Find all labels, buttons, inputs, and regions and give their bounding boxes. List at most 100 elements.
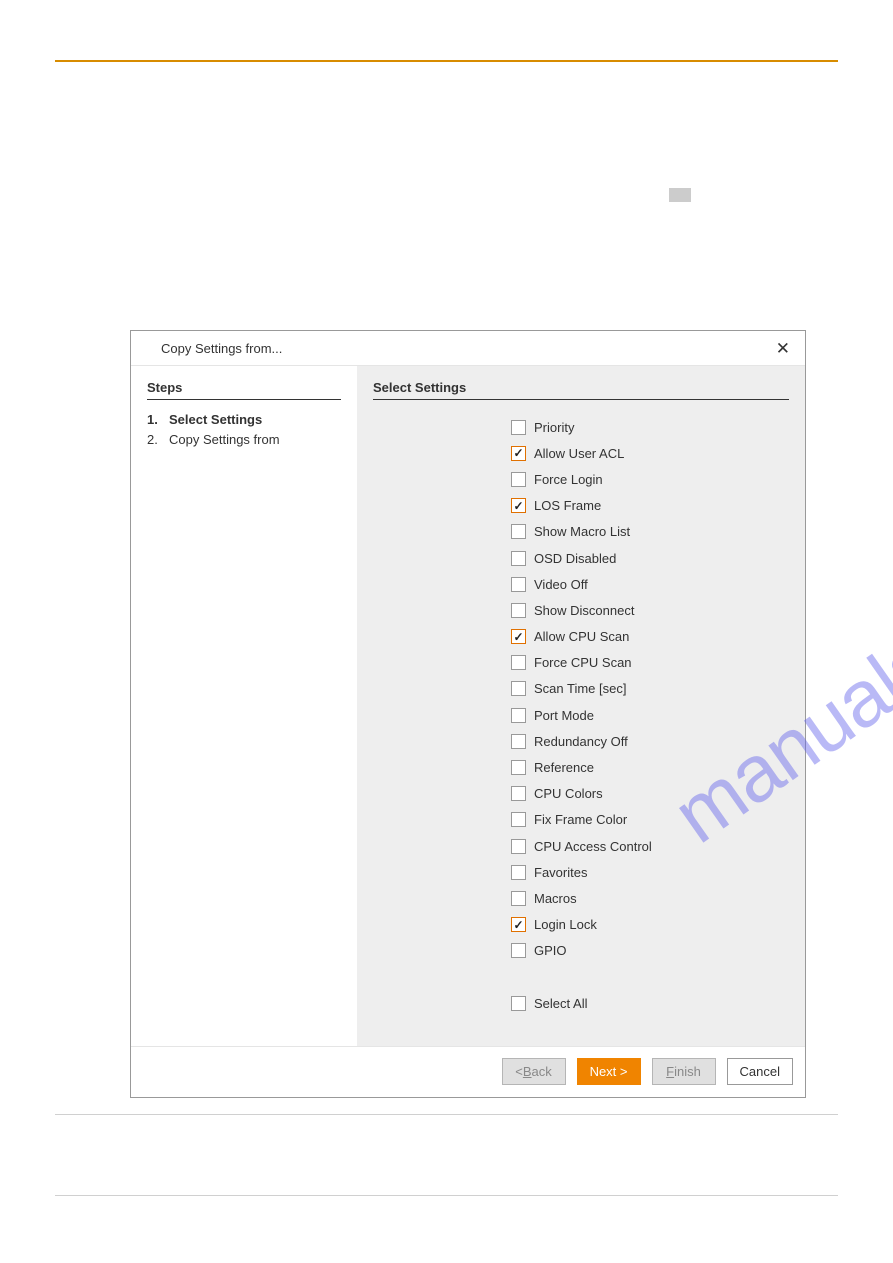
option-row-login-lock: ✓ Login Lock — [511, 912, 789, 938]
checkbox-reference[interactable]: ✓ — [511, 760, 526, 775]
checkbox-login-lock[interactable]: ✓ — [511, 917, 526, 932]
option-row-scan-time-sec: ✓ Scan Time [sec] — [511, 676, 789, 702]
separator-line-2 — [55, 1195, 838, 1196]
copy-settings-dialog: Copy Settings from... ✕ Steps 1.Select S… — [130, 330, 806, 1098]
option-row-select-all: ✓ Select All — [511, 990, 789, 1016]
option-row-fix-frame-color: ✓ Fix Frame Color — [511, 807, 789, 833]
steps-heading: Steps — [147, 380, 341, 400]
option-label: Redundancy Off — [534, 734, 628, 749]
option-label: LOS Frame — [534, 498, 601, 513]
option-label: Allow User ACL — [534, 446, 624, 461]
option-row-macros: ✓ Macros — [511, 885, 789, 911]
option-label: Force CPU Scan — [534, 655, 632, 670]
separator-line-1 — [55, 1114, 838, 1115]
checkbox-show-disconnect[interactable]: ✓ — [511, 603, 526, 618]
checkbox-los-frame[interactable]: ✓ — [511, 498, 526, 513]
option-row-reference: ✓ Reference — [511, 754, 789, 780]
settings-panel: Select Settings ✓ Priority ✓ Allow User ACL… — [357, 366, 805, 1046]
top-rule — [55, 60, 838, 62]
checkbox-osd-disabled[interactable]: ✓ — [511, 551, 526, 566]
option-row-port-mode: ✓ Port Mode — [511, 702, 789, 728]
checkbox-port-mode[interactable]: ✓ — [511, 708, 526, 723]
option-row-cpu-access-control: ✓ CPU Access Control — [511, 833, 789, 859]
finish-mnemonic: F — [666, 1064, 674, 1079]
checkbox-video-off[interactable]: ✓ — [511, 577, 526, 592]
settings-heading: Select Settings — [373, 380, 789, 400]
steps-list: 1.Select Settings2.Copy Settings from — [147, 410, 341, 450]
option-label: CPU Access Control — [534, 839, 652, 854]
settings-checkbox-list: ✓ Priority ✓ Allow User ACL ✓ Force Login ✓ LOS… — [511, 414, 789, 1016]
checkbox-cpu-colors[interactable]: ✓ — [511, 786, 526, 801]
spacer — [511, 964, 789, 990]
checkbox-priority[interactable]: ✓ — [511, 420, 526, 435]
option-row-cpu-colors: ✓ CPU Colors — [511, 781, 789, 807]
option-row-show-disconnect: ✓Show Disconnect — [511, 597, 789, 623]
checkbox-force-cpu-scan[interactable]: ✓ — [511, 655, 526, 670]
option-row-favorites: ✓ Favorites — [511, 859, 789, 885]
option-label: GPIO — [534, 943, 567, 958]
back-rest: ack — [532, 1064, 552, 1079]
checkbox-show-macro-list[interactable]: ✓ — [511, 524, 526, 539]
option-label: Priority — [534, 420, 574, 435]
option-label: Allow CPU Scan — [534, 629, 629, 644]
back-button[interactable]: < Back — [502, 1058, 566, 1085]
next-button[interactable]: Next > — [577, 1058, 641, 1085]
step-label: Copy Settings from — [169, 430, 280, 450]
option-label: CPU Colors — [534, 786, 603, 801]
option-row-allow-cpu-scan: ✓ Allow CPU Scan — [511, 624, 789, 650]
option-row-video-off: ✓ Video Off — [511, 571, 789, 597]
option-label: Show Macro List — [534, 524, 630, 539]
finish-button[interactable]: Finish — [652, 1058, 716, 1085]
checkbox-favorites[interactable]: ✓ — [511, 865, 526, 880]
checkmark-icon: ✓ — [513, 447, 523, 459]
checkbox-scan-time-sec[interactable]: ✓ — [511, 681, 526, 696]
option-row-force-login: ✓ Force Login — [511, 466, 789, 492]
finish-rest: inish — [674, 1064, 701, 1079]
option-label: Favorites — [534, 865, 587, 880]
option-label: Scan Time [sec] — [534, 681, 626, 696]
gray-box-decoration — [669, 188, 691, 202]
checkbox-redundancy-off[interactable]: ✓ — [511, 734, 526, 749]
cancel-button[interactable]: Cancel — [727, 1058, 793, 1085]
option-row-priority: ✓ Priority — [511, 414, 789, 440]
dialog-body: Steps 1.Select Settings2.Copy Settings f… — [131, 366, 805, 1046]
option-label: Video Off — [534, 577, 588, 592]
option-row-force-cpu-scan: ✓ Force CPU Scan — [511, 650, 789, 676]
step-item: 2.Copy Settings from — [147, 430, 341, 450]
dialog-footer: < Back Next > Finish Cancel — [131, 1046, 805, 1097]
checkbox-gpio[interactable]: ✓ — [511, 943, 526, 958]
option-row-allow-user-acl: ✓ Allow User ACL — [511, 440, 789, 466]
option-label: Select All — [534, 996, 587, 1011]
close-icon[interactable]: ✕ — [776, 340, 790, 357]
step-number: 2. — [147, 430, 169, 450]
steps-panel: Steps 1.Select Settings2.Copy Settings f… — [131, 366, 357, 1046]
option-label: Port Mode — [534, 708, 594, 723]
checkmark-icon: ✓ — [513, 631, 523, 643]
option-row-redundancy-off: ✓ Redundancy Off — [511, 728, 789, 754]
checkbox-cpu-access-control[interactable]: ✓ — [511, 839, 526, 854]
option-label: OSD Disabled — [534, 551, 616, 566]
checkbox-allow-cpu-scan[interactable]: ✓ — [511, 629, 526, 644]
option-label: Macros — [534, 891, 577, 906]
dialog-titlebar: Copy Settings from... ✕ — [131, 331, 805, 366]
option-row-osd-disabled: ✓ OSD Disabled — [511, 545, 789, 571]
option-row-show-macro-list: ✓ Show Macro List — [511, 519, 789, 545]
option-label: Reference — [534, 760, 594, 775]
option-label: Fix Frame Color — [534, 812, 627, 827]
step-number: 1. — [147, 410, 169, 430]
step-label: Select Settings — [169, 410, 262, 430]
checkbox-select-all[interactable]: ✓ — [511, 996, 526, 1011]
option-row-los-frame: ✓ LOS Frame — [511, 493, 789, 519]
checkbox-allow-user-acl[interactable]: ✓ — [511, 446, 526, 461]
step-item: 1.Select Settings — [147, 410, 341, 430]
checkmark-icon: ✓ — [513, 919, 523, 931]
back-mnemonic: B — [523, 1064, 532, 1079]
option-label: Force Login — [534, 472, 603, 487]
option-row-gpio: ✓ GPIO — [511, 938, 789, 964]
option-label: Login Lock — [534, 917, 597, 932]
dialog-title: Copy Settings from... — [161, 341, 282, 356]
back-prefix: < — [515, 1064, 523, 1079]
checkbox-force-login[interactable]: ✓ — [511, 472, 526, 487]
checkbox-fix-frame-color[interactable]: ✓ — [511, 812, 526, 827]
checkbox-macros[interactable]: ✓ — [511, 891, 526, 906]
